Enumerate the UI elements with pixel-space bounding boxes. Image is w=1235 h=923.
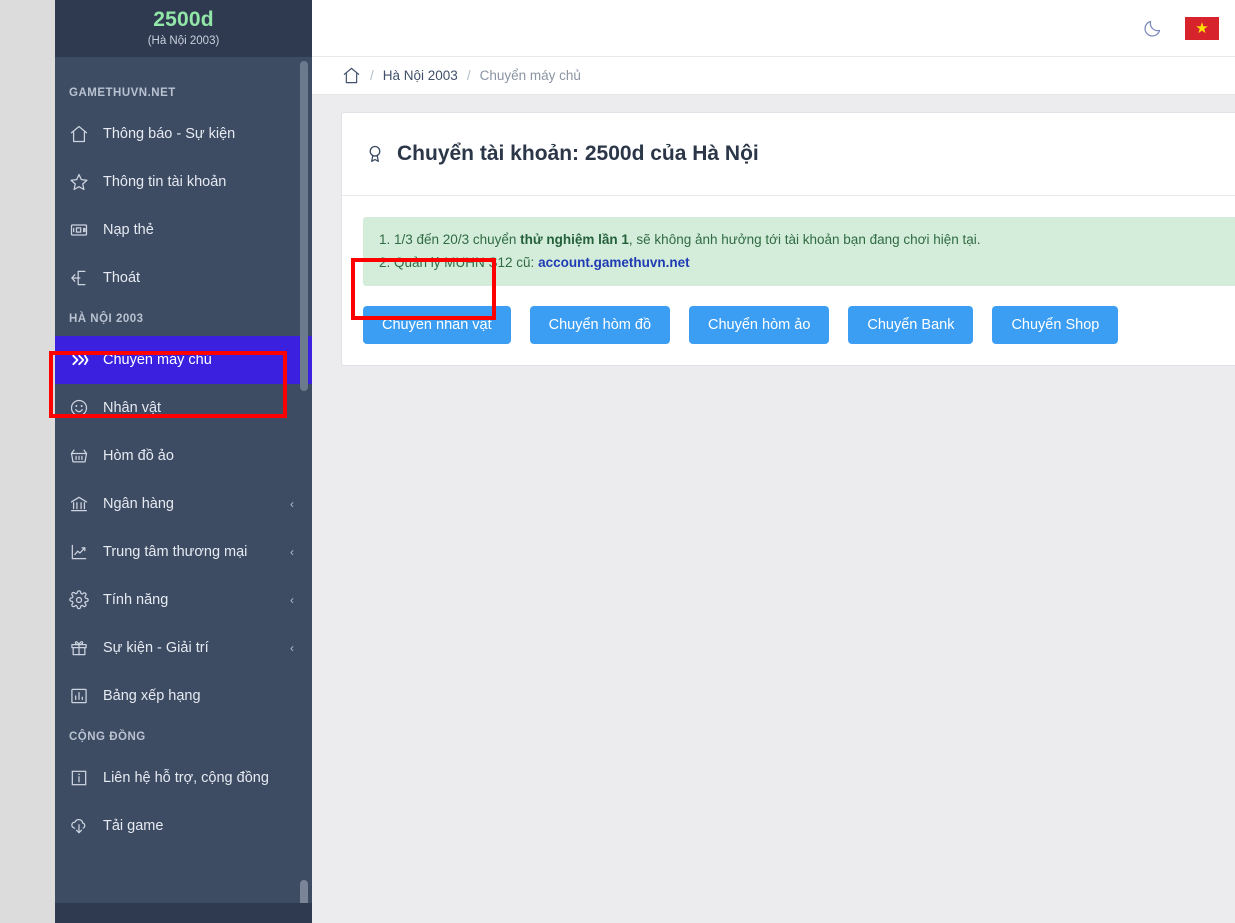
sidebar-item-label: Nhân vật xyxy=(103,400,162,416)
top-bar: ★ xyxy=(312,0,1235,57)
sidebar-item-thoat[interactable]: Thoát xyxy=(55,254,312,302)
sidebar-item-hom-do-ao[interactable]: Hòm đồ ảo xyxy=(55,432,312,480)
breadcrumb: / Hà Nội 2003 / Chuyển máy chủ xyxy=(312,57,1235,95)
flag-star-glyph: ★ xyxy=(1195,19,1209,37)
sidebar-item-label: Tính năng xyxy=(103,592,169,608)
sidebar-item-bang-xep-hang[interactable]: Bảng xếp hạng xyxy=(55,672,312,720)
home-icon xyxy=(69,124,103,144)
top-bar-actions: ★ xyxy=(1142,16,1235,40)
sidebar-item-label: Nạp thẻ xyxy=(103,222,154,238)
alert-line2-prefix: 2. Quản lý MUHN S12 cũ: xyxy=(379,255,539,271)
sidebar-brand: 2500d xyxy=(153,8,214,31)
breadcrumb-separator: / xyxy=(370,68,374,83)
alert-line-1: 1. 1/3 đến 20/3 chuyển thử nghiệm lần 1,… xyxy=(379,228,1235,251)
logout-icon xyxy=(69,268,103,288)
star-icon xyxy=(69,172,103,192)
alert-line1-suffix: , sẽ không ảnh hưởng tới tài khoản bạn đ… xyxy=(628,232,981,248)
sidebar-item-label: Bảng xếp hạng xyxy=(103,688,201,704)
sidebar-item-ngan-hang[interactable]: Ngân hàng ‹ xyxy=(55,480,312,528)
chuyen-hom-do-button[interactable]: Chuyển hòm đồ xyxy=(529,306,671,345)
nav-section-title-cong-dong: CỘNG ĐỒNG xyxy=(69,731,146,743)
chuyen-nhan-vat-button[interactable]: Chuyển nhân vật xyxy=(363,306,511,345)
sidebar-scroll-area[interactable]: GAMETHUVN.NET Thông báo - Sự kiện Thông … xyxy=(55,57,312,903)
chevron-left-icon: ‹ xyxy=(290,641,294,655)
sidebar-item-label: Thoát xyxy=(103,270,141,286)
transfer-button-row: Chuyển nhân vật Chuyển hòm đồ Chuyển hòm… xyxy=(363,306,1235,345)
sidebar-item-label: Liên hệ hỗ trợ, cộng đồng xyxy=(103,770,269,786)
sidebar: 2500d (Hà Nội 2003) GAMETHUVN.NET Thông … xyxy=(55,0,312,923)
alert-line-2: 2. Quản lý MUHN S12 cũ: account.gamethuv… xyxy=(379,251,1235,274)
info-alert: 1. 1/3 đến 20/3 chuyển thử nghiệm lần 1,… xyxy=(363,217,1235,287)
breadcrumb-item-chuyen-may-chu: Chuyển máy chủ xyxy=(479,68,581,83)
card-header: Chuyển tài khoản: 2500d của Hà Nội xyxy=(342,113,1235,197)
sidebar-item-chuyen-may-chu[interactable]: Chuyển máy chủ xyxy=(55,336,312,384)
alert-line1-prefix: 1. 1/3 đến 20/3 chuyển xyxy=(379,232,521,248)
sidebar-item-thong-bao-su-kien[interactable]: Thông báo - Sự kiện xyxy=(55,110,312,158)
chuyen-hom-ao-button[interactable]: Chuyển hòm ảo xyxy=(689,306,830,345)
gift-icon xyxy=(69,638,103,658)
sidebar-item-label: Hòm đồ ảo xyxy=(103,448,174,464)
breadcrumb-item-ha-noi-2003[interactable]: Hà Nội 2003 xyxy=(383,68,458,83)
chuyen-bank-button[interactable]: Chuyển Bank xyxy=(848,306,974,345)
sidebar-item-label: Tải game xyxy=(103,818,164,834)
sidebar-item-label: Chuyển máy chủ xyxy=(103,352,212,368)
smiley-icon xyxy=(69,398,103,418)
gear-icon xyxy=(69,590,103,610)
chevron-left-icon: ‹ xyxy=(290,545,294,559)
moon-icon[interactable] xyxy=(1142,18,1163,39)
alert-line1-bold: thử nghiệm lần 1 xyxy=(520,232,629,248)
sidebar-item-trung-tam-thuong-mai[interactable]: Trung tâm thương mại ‹ xyxy=(55,528,312,576)
sidebar-item-label: Ngân hàng xyxy=(103,496,174,512)
nav-section-title-gamethuvn: GAMETHUVN.NET xyxy=(69,87,176,99)
home-icon[interactable] xyxy=(342,66,361,85)
bank-icon xyxy=(69,494,103,514)
sidebar-scrollbar-thumb[interactable] xyxy=(300,61,308,391)
sidebar-header: 2500d (Hà Nội 2003) xyxy=(55,0,312,57)
nav-section-title-ha-noi-2003: HÀ NỘI 2003 xyxy=(69,313,144,325)
double-chevron-icon xyxy=(69,350,103,370)
sidebar-item-label: Sự kiện - Giải trí xyxy=(103,640,209,656)
sidebar-item-nhan-vat[interactable]: Nhân vật xyxy=(55,384,312,432)
info-icon xyxy=(69,768,103,788)
sidebar-item-label: Trung tâm thương mại xyxy=(103,544,248,560)
sidebar-item-tinh-nang[interactable]: Tính năng ‹ xyxy=(55,576,312,624)
app-root: 2500d (Hà Nội 2003) GAMETHUVN.NET Thông … xyxy=(0,0,1235,923)
content-area: Chuyển tài khoản: 2500d của Hà Nội 1. 1/… xyxy=(312,95,1235,367)
chevron-left-icon: ‹ xyxy=(290,593,294,607)
vietnam-flag-icon[interactable]: ★ xyxy=(1185,16,1219,40)
medal-icon xyxy=(364,143,386,165)
left-gutter xyxy=(0,0,55,923)
sidebar-item-nap-the[interactable]: Nạp thẻ xyxy=(55,206,312,254)
sidebar-server-name: (Hà Nội 2003) xyxy=(147,35,220,47)
chevron-left-icon: ‹ xyxy=(290,497,294,511)
basket-icon xyxy=(69,446,103,466)
chuyen-shop-button[interactable]: Chuyển Shop xyxy=(992,306,1119,345)
sidebar-item-thong-tin-tai-khoan[interactable]: Thông tin tài khoản xyxy=(55,158,312,206)
download-cloud-icon xyxy=(69,816,103,836)
sidebar-item-tai-game[interactable]: Tải game xyxy=(55,802,312,850)
sidebar-item-lien-he-ho-tro[interactable]: Liên hệ hỗ trợ, cộng đồng xyxy=(55,754,312,802)
breadcrumb-separator: / xyxy=(466,68,471,83)
alert-link-account-gamethuvn[interactable]: account.gamethuvn.net xyxy=(538,255,690,270)
transfer-card: Chuyển tài khoản: 2500d của Hà Nội 1. 1/… xyxy=(341,112,1235,367)
sidebar-item-su-kien-giai-tri[interactable]: Sự kiện - Giải trí ‹ xyxy=(55,624,312,672)
card-icon xyxy=(69,220,103,240)
page-title: Chuyển tài khoản: 2500d của Hà Nội xyxy=(397,142,759,166)
card-body: 1. 1/3 đến 20/3 chuyển thử nghiệm lần 1,… xyxy=(342,196,1235,365)
chart-icon xyxy=(69,542,103,562)
bar-chart-icon xyxy=(69,686,103,706)
sidebar-item-label: Thông báo - Sự kiện xyxy=(103,126,236,142)
sidebar-footer xyxy=(55,903,312,923)
sidebar-item-label: Thông tin tài khoản xyxy=(103,174,227,190)
main-area: ★ / Hà Nội 2003 / Chuyển máy chủ Chuyển … xyxy=(312,0,1235,923)
